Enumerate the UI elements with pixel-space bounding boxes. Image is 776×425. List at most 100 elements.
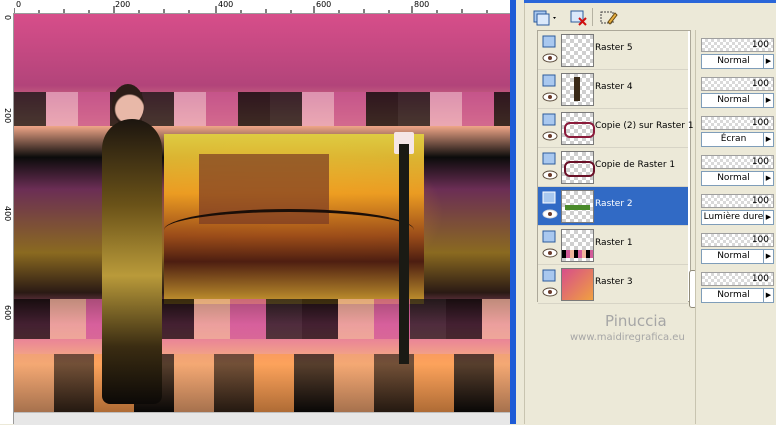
palette-toolbar [516,4,776,30]
opacity-slider[interactable]: 100 [701,38,774,52]
layer-type-icon [542,269,556,282]
layer-props: 100 Normal ▶ [699,72,775,110]
eye-icon[interactable] [542,248,558,258]
layer-thumbnail [561,73,594,106]
eye-icon[interactable] [542,131,558,141]
layer-props: 100 Normal ▶ [699,267,775,305]
ruler-label: 600 [3,305,12,321]
layer-name: Raster 4 [595,82,633,92]
layer-name: Copie (2) sur Raster 1 [595,121,694,131]
opacity-value: 100 [751,235,769,245]
layer-thumbnail [561,112,595,145]
blend-dropdown-arrow-icon[interactable]: ▶ [763,171,774,186]
thumbnail-figure [574,77,580,101]
layer-type-icon [542,191,556,204]
blend-dropdown-arrow-icon[interactable]: ▶ [763,288,774,303]
layer-row[interactable]: Copie de Raster 1 [538,148,688,187]
delete-layer-button[interactable] [568,7,590,29]
thumbnail-checker [562,250,593,258]
opacity-slider[interactable]: 100 [701,194,774,208]
delete-layer-icon [570,10,587,26]
ruler-ticks [14,6,513,13]
opacity-slider[interactable]: 100 [701,116,774,130]
layer-list: Raster 5 Raster 4 Copie (2) sur Raster 1… [537,30,694,304]
blend-mode-select[interactable]: Normal [701,249,766,264]
opacity-value: 100 [751,196,769,206]
layer-row[interactable]: Raster 5 [538,31,688,70]
opacity-value: 100 [751,274,769,284]
blend-mode-select[interactable]: Normal [701,93,766,108]
thumbnail-bridge [565,205,590,210]
opacity-slider[interactable]: 100 [701,77,774,91]
blend-mode-select[interactable]: Lumière dure [701,210,766,225]
layer-type-icon [542,35,556,48]
thumbnail-frame [564,161,595,177]
blend-mode-select[interactable]: Écran [701,132,766,147]
layer-thumbnail [561,229,594,262]
blend-dropdown-arrow-icon[interactable]: ▶ [763,210,774,225]
edit-selection-button[interactable] [598,7,620,29]
blend-mode-select[interactable]: Normal [701,288,766,303]
ruler-label: 0 [3,15,12,21]
artwork-canvas[interactable] [14,14,510,412]
woman-figure [82,84,177,404]
blend-mode-select[interactable]: Normal [701,54,766,69]
layer-thumbnail [561,151,595,184]
layer-row[interactable]: Raster 4 [538,70,688,109]
new-raster-layer-icon [533,10,556,26]
opacity-slider[interactable]: 100 [701,155,774,169]
toolbar-divider [592,8,593,26]
layer-type-icon [542,152,556,165]
eye-icon[interactable] [542,92,558,102]
blend-mode-select[interactable]: Normal [701,171,766,186]
layer-props: 100 Normal ▶ [699,228,775,266]
opacity-value: 100 [751,79,769,89]
opacity-slider[interactable]: 100 [701,272,774,286]
opacity-value: 100 [751,118,769,128]
edit-selection-icon [600,11,618,25]
layers-palette: Raster 5 Raster 4 Copie (2) sur Raster 1… [516,0,776,424]
layer-props: 100 Écran ▶ [699,111,775,149]
layer-type-icon [542,230,556,243]
palette-titlebar[interactable] [524,0,776,3]
ruler-horizontal: 0 200 400 600 800 [14,0,516,14]
eye-icon[interactable] [542,170,558,180]
ruler-label: 200 [3,108,12,124]
thumbnail-frame [564,122,595,138]
layer-name: Raster 3 [595,277,633,287]
layer-props: 100 Normal ▶ [699,33,775,71]
layer-thumbnail [561,190,594,223]
eye-icon[interactable] [542,287,558,297]
palette-separator [516,0,525,424]
layer-properties-column: 100 Normal ▶ 100 Normal ▶ 100 Écran ▶ 10… [695,30,776,424]
blend-dropdown-arrow-icon[interactable]: ▶ [763,54,774,69]
layer-props: 100 Lumière dure ▶ [699,189,775,227]
layer-name: Raster 2 [595,199,633,209]
layer-row[interactable]: Raster 1 [538,226,688,265]
opacity-slider[interactable]: 100 [701,233,774,247]
layer-row[interactable]: Copie (2) sur Raster 1 [538,109,694,148]
layer-type-icon [542,113,556,126]
layer-type-icon [542,74,556,87]
opacity-value: 100 [751,157,769,167]
lamp-post [399,144,409,364]
watermark-url: www.maidiregrafica.eu [570,332,685,343]
canvas-area[interactable]: 0 200 400 600 800 0 200 400 600 [0,0,516,425]
blend-dropdown-arrow-icon[interactable]: ▶ [763,249,774,264]
layer-name: Copie de Raster 1 [595,160,676,170]
opacity-value: 100 [751,40,769,50]
layer-row[interactable]: Raster 3 [538,265,688,304]
layer-name: Raster 5 [595,43,633,53]
layer-props: 100 Normal ▶ [699,150,775,188]
new-layer-button[interactable] [530,7,560,29]
layer-thumbnail [561,268,594,301]
eye-icon[interactable] [542,209,558,219]
horizontal-scrollbar[interactable] [14,412,510,425]
ruler-label: 400 [3,206,12,222]
layer-row-selected[interactable]: Raster 2 [538,187,688,226]
eye-icon[interactable] [542,53,558,63]
blend-dropdown-arrow-icon[interactable]: ▶ [763,93,774,108]
blend-dropdown-arrow-icon[interactable]: ▶ [763,132,774,147]
layer-name: Raster 1 [595,238,633,248]
woman-dress [102,119,162,404]
